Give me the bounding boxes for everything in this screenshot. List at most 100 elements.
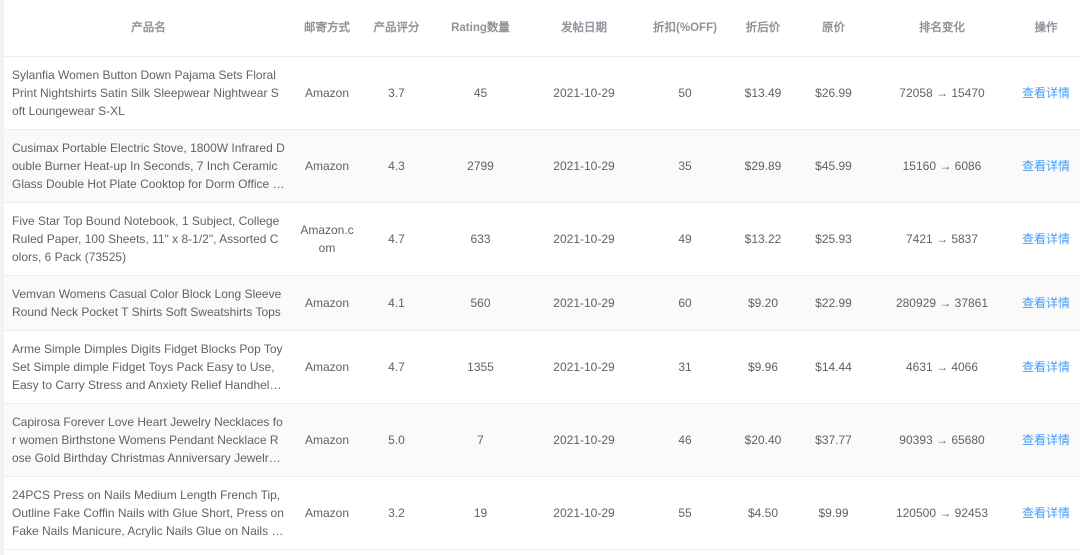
header-shipping: 邮寄方式	[293, 0, 361, 57]
action-cell: 查看详情	[1012, 202, 1080, 276]
shipping-cell: Amazon	[293, 56, 361, 130]
view-details-link[interactable]: 查看详情	[1022, 159, 1070, 173]
product-name: Capirosa Forever Love Heart Jewelry Neck…	[12, 415, 283, 465]
shipping-cell: Amazon	[293, 275, 361, 331]
table-header-row: 产品名 邮寄方式 产品评分 Rating数量 发帖日期 折扣(%OFF) 折后价…	[4, 0, 1080, 57]
header-original-price: 原价	[795, 0, 872, 57]
header-rank-change: 排名变化	[872, 0, 1012, 57]
post-date-cell: 2021-10-29	[529, 330, 639, 404]
original-price-cell: $14.44	[795, 330, 872, 404]
table-row: 24PCS Press on Nails Medium Length Frenc…	[4, 476, 1080, 550]
post-date-cell: 2021-10-29	[529, 56, 639, 130]
original-price-cell: $37.77	[795, 403, 872, 477]
product-table-container: 产品名 邮寄方式 产品评分 Rating数量 发帖日期 折扣(%OFF) 折后价…	[4, 0, 1080, 555]
header-rating: 产品评分	[361, 0, 432, 57]
discount-cell: 49	[639, 202, 731, 276]
rating-count-cell: 1355	[432, 330, 529, 404]
view-details-link[interactable]: 查看详情	[1022, 86, 1070, 100]
view-details-link[interactable]: 查看详情	[1022, 433, 1070, 447]
product-table: 产品名 邮寄方式 产品评分 Rating数量 发帖日期 折扣(%OFF) 折后价…	[4, 0, 1080, 550]
action-cell: 查看详情	[1012, 330, 1080, 404]
sale-price-cell: $13.22	[731, 202, 795, 276]
post-date-cell: 2021-10-29	[529, 202, 639, 276]
table-row: Sylanfia Women Button Down Pajama Sets F…	[4, 56, 1080, 130]
post-date-cell: 2021-10-29	[529, 403, 639, 477]
header-sale-price: 折后价	[731, 0, 795, 57]
discount-cell: 31	[639, 330, 731, 404]
rating-count-cell: 19	[432, 476, 529, 550]
rating-cell: 4.1	[361, 275, 432, 331]
rank-change-cell: 280929 → 37861	[872, 275, 1012, 331]
table-row: Capirosa Forever Love Heart Jewelry Neck…	[4, 403, 1080, 477]
rating-cell: 4.7	[361, 330, 432, 404]
rating-cell: 5.0	[361, 403, 432, 477]
original-price-cell: $25.93	[795, 202, 872, 276]
discount-cell: 46	[639, 403, 731, 477]
table-row: Five Star Top Bound Notebook, 1 Subject,…	[4, 202, 1080, 276]
header-action: 操作	[1012, 0, 1080, 57]
product-name: Cusimax Portable Electric Stove, 1800W I…	[12, 141, 285, 191]
product-name-cell: Arme Simple Dimples Digits Fidget Blocks…	[4, 330, 293, 404]
table-row: Vemvan Womens Casual Color Block Long Sl…	[4, 275, 1080, 331]
product-name-cell: Capirosa Forever Love Heart Jewelry Neck…	[4, 403, 293, 477]
shipping-cell: Amazon	[293, 476, 361, 550]
rank-change-cell: 120500 → 92453	[872, 476, 1012, 550]
rating-count-cell: 560	[432, 275, 529, 331]
rating-count-cell: 45	[432, 56, 529, 130]
rating-cell: 3.2	[361, 476, 432, 550]
action-cell: 查看详情	[1012, 129, 1080, 203]
sale-price-cell: $29.89	[731, 129, 795, 203]
view-details-link[interactable]: 查看详情	[1022, 232, 1070, 246]
view-details-link[interactable]: 查看详情	[1022, 296, 1070, 310]
action-cell: 查看详情	[1012, 56, 1080, 130]
discount-cell: 50	[639, 56, 731, 130]
product-name: 24PCS Press on Nails Medium Length Frenc…	[12, 488, 284, 538]
rank-change-cell: 72058 → 15470	[872, 56, 1012, 130]
original-price-cell: $45.99	[795, 129, 872, 203]
rating-cell: 4.7	[361, 202, 432, 276]
product-name: Vemvan Womens Casual Color Block Long Sl…	[12, 287, 282, 319]
shipping-cell: Amazon	[293, 403, 361, 477]
discount-cell: 60	[639, 275, 731, 331]
product-name-cell: 24PCS Press on Nails Medium Length Frenc…	[4, 476, 293, 550]
sale-price-cell: $13.49	[731, 56, 795, 130]
sale-price-cell: $9.96	[731, 330, 795, 404]
view-details-link[interactable]: 查看详情	[1022, 360, 1070, 374]
original-price-cell: $9.99	[795, 476, 872, 550]
action-cell: 查看详情	[1012, 275, 1080, 331]
shipping-cell: Amazon.com	[293, 202, 361, 276]
post-date-cell: 2021-10-29	[529, 476, 639, 550]
table-row: Arme Simple Dimples Digits Fidget Blocks…	[4, 330, 1080, 404]
table-row: Cusimax Portable Electric Stove, 1800W I…	[4, 129, 1080, 203]
rank-change-cell: 7421 → 5837	[872, 202, 1012, 276]
sale-price-cell: $20.40	[731, 403, 795, 477]
view-details-link[interactable]: 查看详情	[1022, 506, 1070, 520]
action-cell: 查看详情	[1012, 476, 1080, 550]
header-post-date: 发帖日期	[529, 0, 639, 57]
original-price-cell: $22.99	[795, 275, 872, 331]
header-discount: 折扣(%OFF)	[639, 0, 731, 57]
product-name-cell: Sylanfia Women Button Down Pajama Sets F…	[4, 56, 293, 130]
rating-cell: 4.3	[361, 129, 432, 203]
header-rating-count: Rating数量	[432, 0, 529, 57]
sale-price-cell: $4.50	[731, 476, 795, 550]
rating-count-cell: 633	[432, 202, 529, 276]
product-name-cell: Vemvan Womens Casual Color Block Long Sl…	[4, 275, 293, 331]
product-name-cell: Cusimax Portable Electric Stove, 1800W I…	[4, 129, 293, 203]
product-name: Arme Simple Dimples Digits Fidget Blocks…	[12, 342, 283, 392]
header-product-name: 产品名	[4, 0, 293, 57]
shipping-cell: Amazon	[293, 330, 361, 404]
shipping-cell: Amazon	[293, 129, 361, 203]
discount-cell: 35	[639, 129, 731, 203]
rating-cell: 3.7	[361, 56, 432, 130]
rank-change-cell: 15160 → 6086	[872, 129, 1012, 203]
rank-change-cell: 4631 → 4066	[872, 330, 1012, 404]
rating-count-cell: 7	[432, 403, 529, 477]
post-date-cell: 2021-10-29	[529, 275, 639, 331]
action-cell: 查看详情	[1012, 403, 1080, 477]
sale-price-cell: $9.20	[731, 275, 795, 331]
rating-count-cell: 2799	[432, 129, 529, 203]
discount-cell: 55	[639, 476, 731, 550]
post-date-cell: 2021-10-29	[529, 129, 639, 203]
product-name: Sylanfia Women Button Down Pajama Sets F…	[12, 68, 279, 118]
